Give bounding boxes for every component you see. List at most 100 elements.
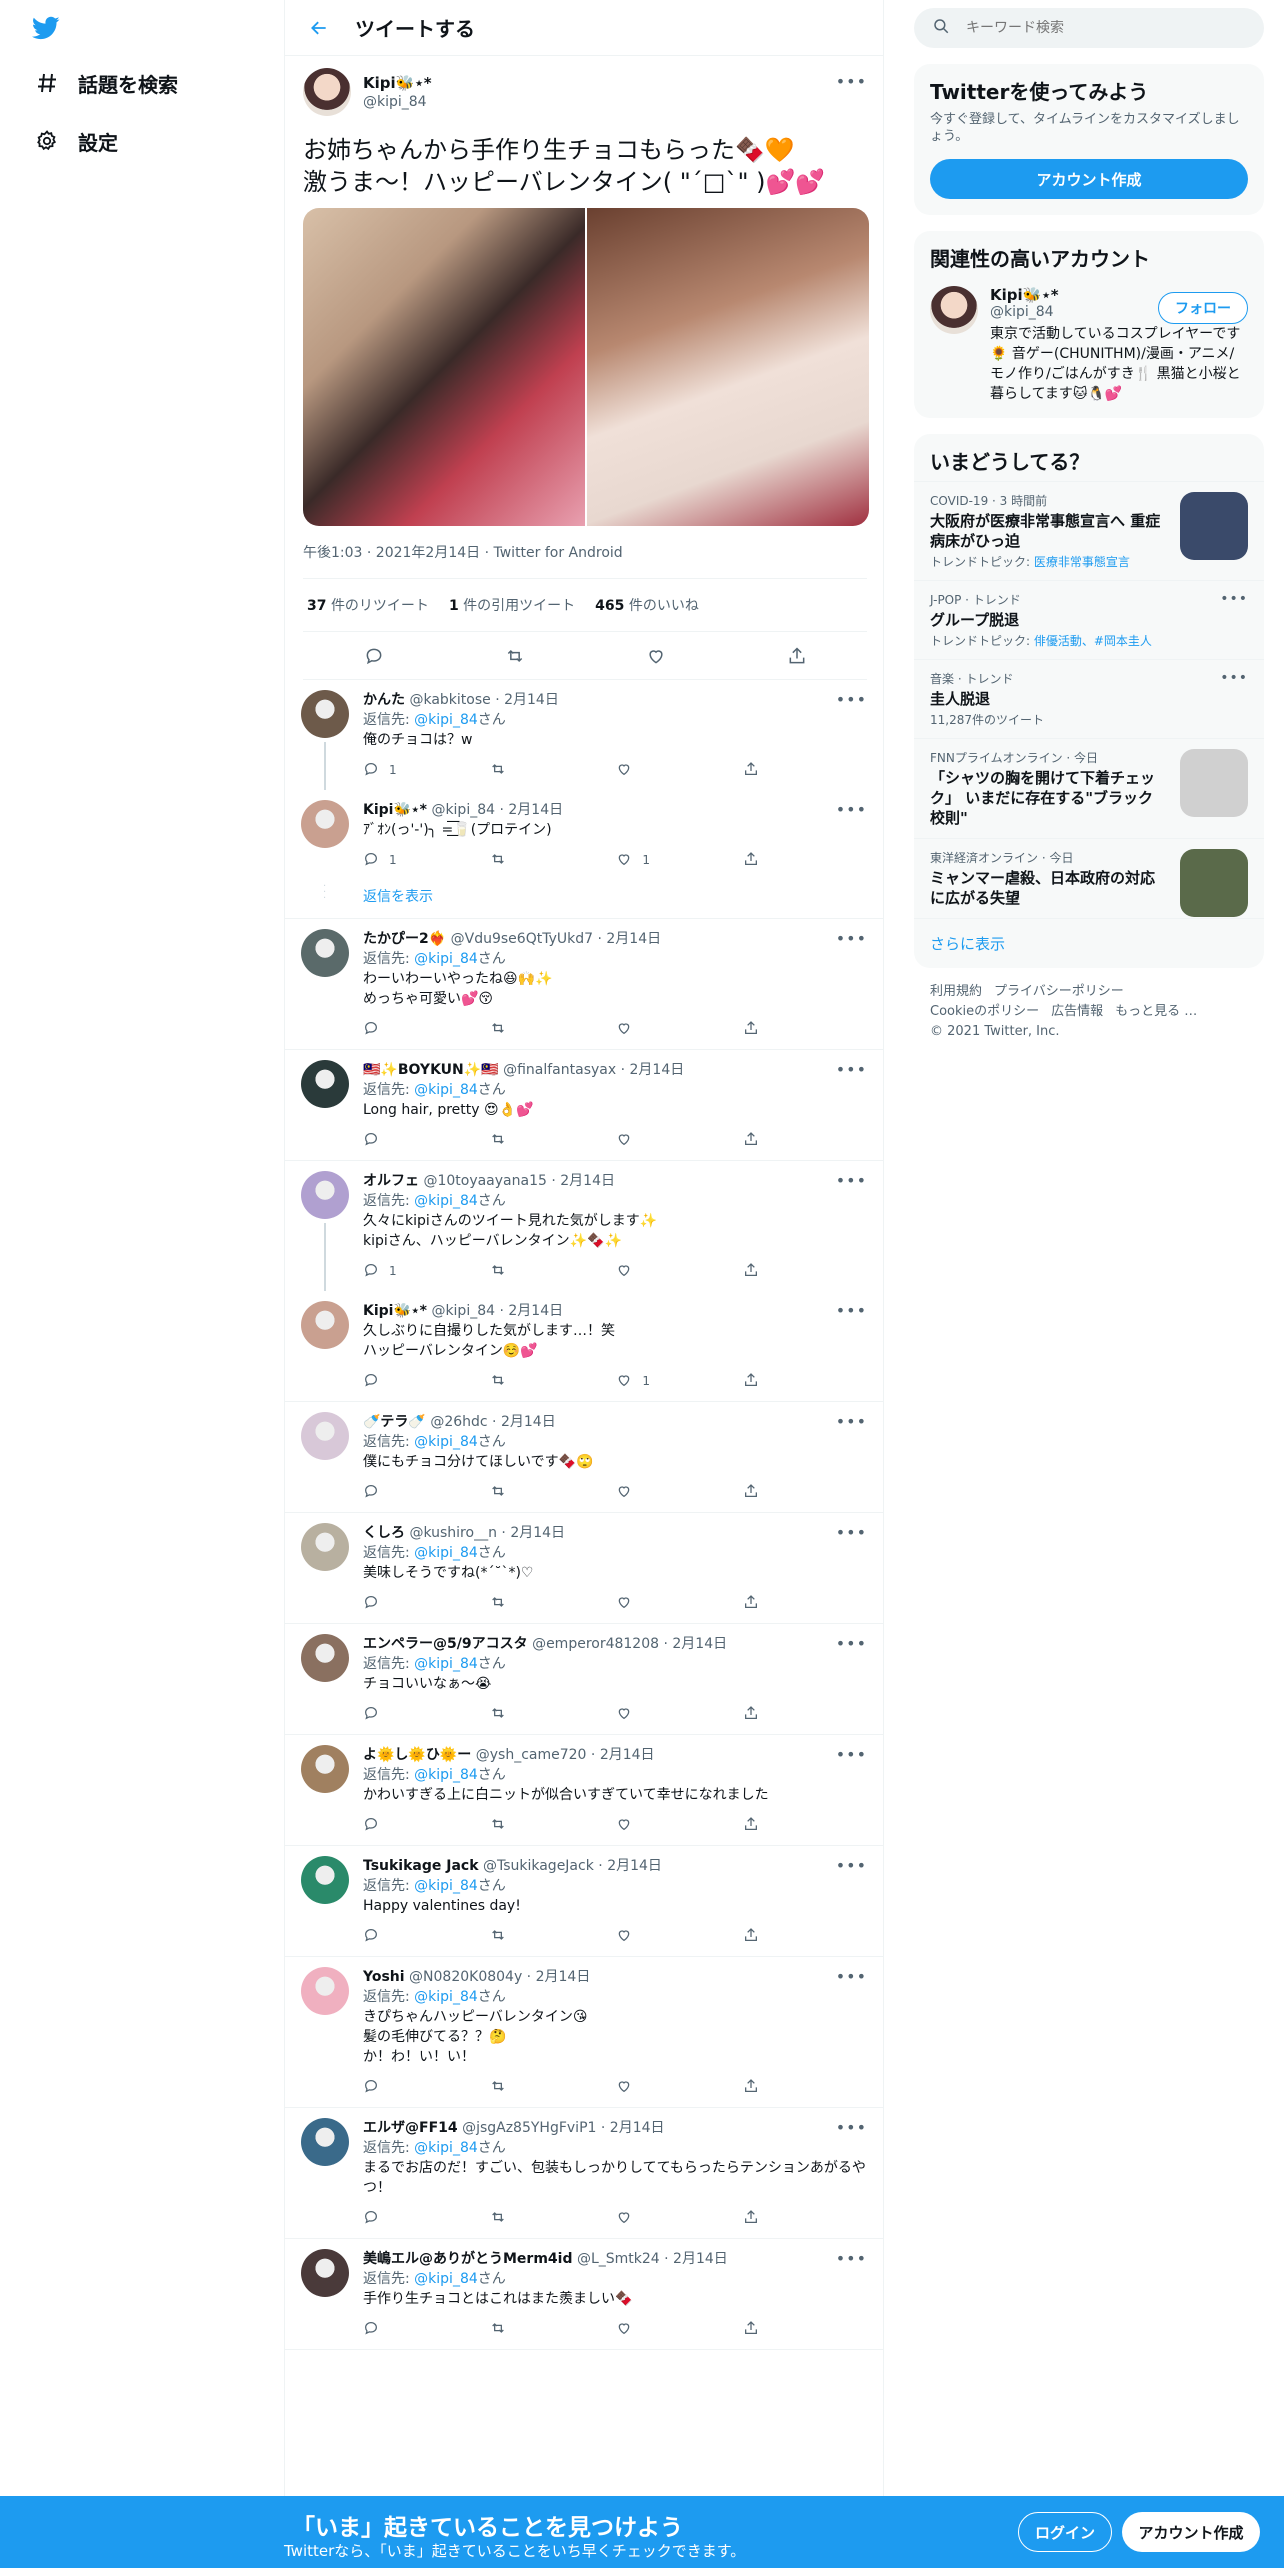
reply-button[interactable]	[363, 1927, 423, 1946]
reply-handle[interactable]: @L_Smtk24	[577, 2251, 660, 2267]
retweet-button[interactable]	[490, 1131, 550, 1150]
reply-date[interactable]: 2月14日	[600, 1747, 655, 1763]
share-button[interactable]	[743, 2209, 803, 2228]
share-button[interactable]	[743, 1020, 803, 1039]
reply-button[interactable]: 1	[363, 1262, 423, 1281]
reply-handle[interactable]: @kabkitose	[409, 692, 490, 708]
like-button[interactable]	[616, 1131, 676, 1150]
share-button[interactable]	[743, 1927, 803, 1946]
avatar[interactable]	[301, 1745, 349, 1793]
more-options-icon[interactable]: •••	[1220, 591, 1248, 607]
reply-date[interactable]: 2月14日	[501, 1414, 556, 1430]
avatar[interactable]	[301, 1301, 349, 1349]
more-options-icon[interactable]: •••	[836, 1171, 867, 1190]
replying-to-handle[interactable]: @kipi_84	[414, 2271, 478, 2287]
retweet-button[interactable]	[490, 1705, 550, 1724]
reply-button[interactable]	[363, 1705, 423, 1724]
more-options-icon[interactable]: •••	[836, 1523, 867, 1542]
reply-date[interactable]: 2月14日	[607, 1858, 662, 1874]
reply-tweet[interactable]: エンペラー@5/9アコスタ @emperor481208 · 2月14日 ••• 返…	[285, 1624, 883, 1735]
retweet-stat[interactable]: 37 件のリツイート	[307, 595, 429, 615]
retweet-button[interactable]	[490, 1927, 550, 1946]
reply-date[interactable]: 2月14日	[510, 1525, 565, 1541]
like-stat[interactable]: 465 件のいいね	[595, 595, 699, 615]
reply-button[interactable]: 1	[363, 761, 423, 780]
more-options-icon[interactable]: •••	[836, 1634, 867, 1653]
login-button[interactable]: ログイン	[1018, 2512, 1112, 2552]
reply-handle[interactable]: @kushiro__n	[409, 1525, 497, 1541]
selfie-photo[interactable]	[587, 208, 869, 526]
search-input[interactable]	[966, 20, 1246, 36]
more-options-icon[interactable]: •••	[836, 72, 867, 91]
replying-to-handle[interactable]: @kipi_84	[414, 1767, 478, 1783]
reply-button[interactable]	[363, 1594, 423, 1613]
reply-button[interactable]	[363, 2209, 423, 2228]
reply-display-name[interactable]: 美嶋エル@ありがとうMerm4id	[363, 2251, 572, 2267]
footer-ads[interactable]: 広告情報	[1051, 1004, 1103, 1019]
avatar[interactable]	[301, 1171, 349, 1219]
avatar[interactable]	[301, 800, 349, 848]
reply-date[interactable]: 2月14日	[560, 1173, 615, 1189]
reply-display-name[interactable]: たかぴー2❤️‍🔥	[363, 931, 446, 947]
reply-display-name[interactable]: Kipi🐝⋆*	[363, 802, 427, 818]
retweet-button[interactable]	[490, 1483, 550, 1502]
like-button[interactable]	[616, 2209, 676, 2228]
replying-to-handle[interactable]: @kipi_84	[414, 1193, 478, 1209]
show-more-link[interactable]: さらに表示	[914, 918, 1264, 968]
show-replies-link[interactable]: · · · 返信を表示	[285, 880, 883, 919]
retweet-button[interactable]	[490, 1020, 550, 1039]
more-options-icon[interactable]: •••	[836, 800, 867, 819]
reply-button[interactable]	[363, 1816, 423, 1835]
more-options-icon[interactable]: •••	[836, 1412, 867, 1431]
reply-tweet[interactable]: Tsukikage Jack @TsukikageJack · 2月14日 •••…	[285, 1846, 883, 1957]
follow-button[interactable]: フォロー	[1158, 292, 1248, 324]
share-icon[interactable]	[783, 642, 811, 670]
avatar[interactable]	[303, 68, 351, 116]
more-options-icon[interactable]: •••	[836, 2118, 867, 2137]
reply-handle[interactable]: @finalfantasyax	[503, 1062, 616, 1078]
more-options-icon[interactable]: •••	[836, 1301, 867, 1320]
replying-to-handle[interactable]: @kipi_84	[414, 1434, 478, 1450]
retweet-button[interactable]	[490, 1372, 550, 1391]
more-options-icon[interactable]: •••	[836, 2249, 867, 2268]
replying-to-handle[interactable]: @kipi_84	[414, 712, 478, 728]
replying-to-handle[interactable]: @kipi_84	[414, 2140, 478, 2156]
retweet-button[interactable]	[490, 761, 550, 780]
avatar[interactable]	[930, 286, 978, 334]
trend-item[interactable]: 音楽 · トレンド 圭人脱退 11,287件のツイート •••	[914, 659, 1264, 738]
footer-cookie[interactable]: Cookieのポリシー	[930, 1004, 1039, 1019]
reply-button[interactable]	[363, 1372, 423, 1391]
like-button[interactable]: 1	[616, 851, 676, 870]
like-button[interactable]	[616, 1816, 676, 1835]
reply-tweet[interactable]: オルフェ @10toyaayana15 · 2月14日 ••• 返信先: @kipi…	[285, 1161, 883, 1291]
reply-handle[interactable]: @TsukikageJack	[483, 1858, 594, 1874]
like-button[interactable]	[616, 1705, 676, 1724]
trend-sub-link[interactable]: 医療非常事態宣言	[1034, 555, 1130, 569]
retweet-button[interactable]	[490, 2209, 550, 2228]
more-options-icon[interactable]: •••	[836, 929, 867, 948]
twitter-logo-icon[interactable]	[30, 14, 62, 42]
reply-button[interactable]	[363, 1131, 423, 1150]
like-button[interactable]	[616, 1927, 676, 1946]
replying-to-handle[interactable]: @kipi_84	[414, 1989, 478, 2005]
retweet-button[interactable]	[490, 2078, 550, 2097]
like-button[interactable]: 1	[616, 1372, 676, 1391]
reply-display-name[interactable]: エルザ@FF14	[363, 2120, 458, 2136]
reply-tweet[interactable]: たかぴー2❤️‍🔥 @Vdu9se6QtTyUkd7 · 2月14日 ••• 返信先…	[285, 919, 883, 1050]
reply-button[interactable]: 1	[363, 851, 423, 870]
like-button[interactable]	[616, 2320, 676, 2339]
share-button[interactable]	[743, 2320, 803, 2339]
reply-display-name[interactable]: Tsukikage Jack	[363, 1858, 479, 1874]
like-button[interactable]	[616, 761, 676, 780]
reply-display-name[interactable]: Kipi🐝⋆*	[363, 1303, 427, 1319]
back-arrow-icon[interactable]	[305, 14, 333, 42]
reply-date[interactable]: 2月14日	[508, 802, 563, 818]
reply-button[interactable]	[363, 2078, 423, 2097]
retweet-icon[interactable]	[501, 642, 529, 670]
share-button[interactable]	[743, 1705, 803, 1724]
trend-item[interactable]: 東洋経済オンライン · 今日 ミャンマー虐殺、日本政府の対応に広がる失望	[914, 838, 1264, 918]
reply-button[interactable]	[363, 2320, 423, 2339]
avatar[interactable]	[301, 1412, 349, 1460]
footer-terms[interactable]: 利用規約	[930, 984, 982, 999]
like-button[interactable]	[616, 1594, 676, 1613]
